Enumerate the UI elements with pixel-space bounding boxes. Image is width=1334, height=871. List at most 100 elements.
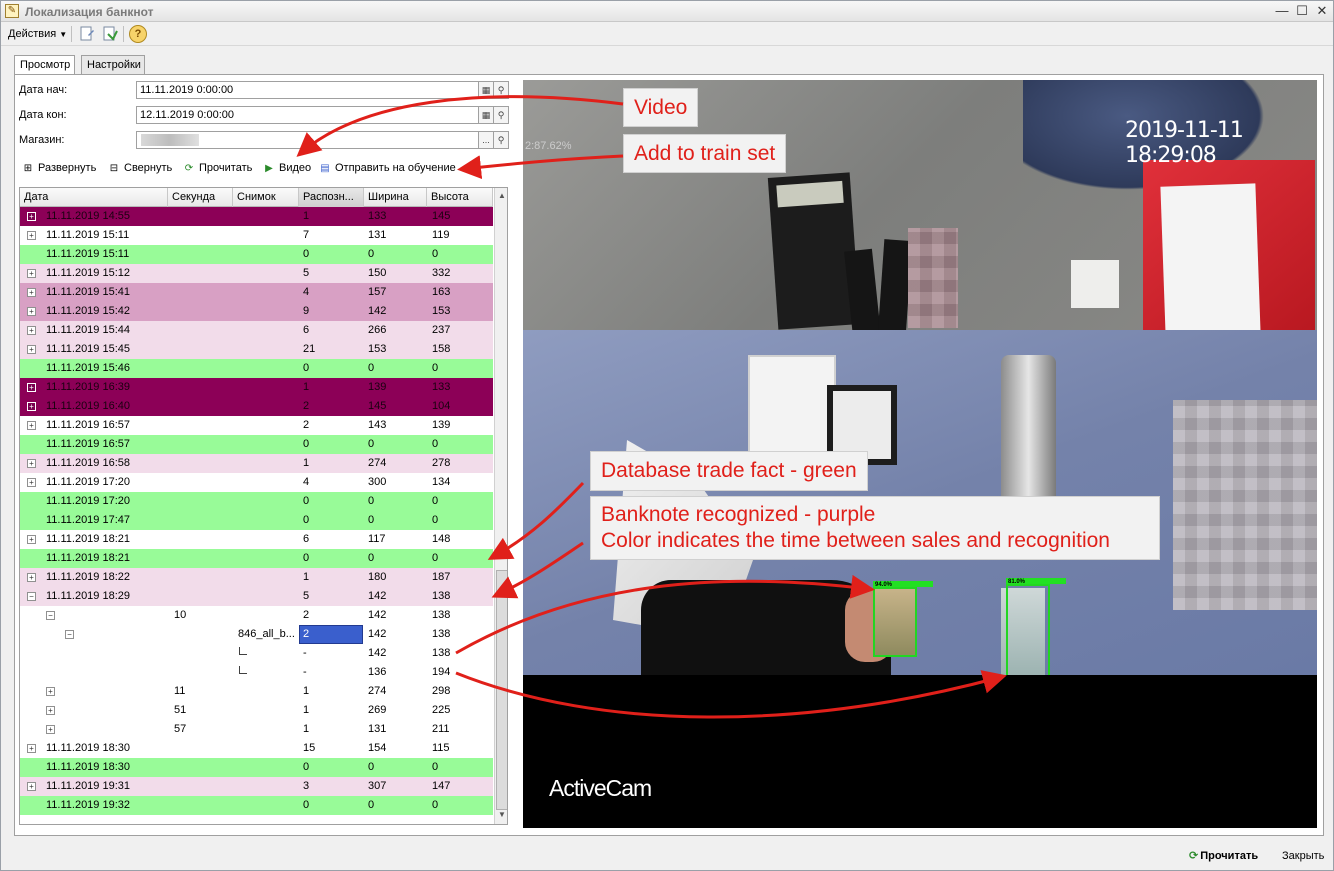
table-row[interactable]: 11.11.2019 17:20 0 0 0 <box>20 492 493 511</box>
expand-row-icon[interactable]: + <box>27 288 36 297</box>
minimize-icon[interactable]: — <box>1273 3 1291 19</box>
column-header-height[interactable]: Высота <box>427 188 493 207</box>
table-row[interactable]: +11.11.2019 17:20 4 300 134 <box>20 473 493 492</box>
table-row[interactable]: +11.11.2019 16:40 2 145 104 <box>20 397 493 416</box>
expand-row-icon[interactable]: + <box>46 706 55 715</box>
table-row[interactable]: +57 1 131 211 <box>20 720 493 739</box>
expand-row-icon[interactable]: + <box>27 307 36 316</box>
column-header-second[interactable]: Секунда <box>168 188 233 207</box>
calendar-icon[interactable]: ▦ <box>478 106 494 124</box>
cell-recognized: 0 <box>303 761 310 773</box>
table-row[interactable]: 11.11.2019 16:57 0 0 0 <box>20 435 493 454</box>
cell-recognized-selected[interactable]: 2 <box>299 625 363 644</box>
column-header-date[interactable]: Дата <box>20 188 168 207</box>
expand-row-icon[interactable]: + <box>27 402 36 411</box>
expand-row-icon[interactable]: + <box>27 231 36 240</box>
table-row[interactable]: +11.11.2019 15:45 21 153 158 <box>20 340 493 359</box>
table-row[interactable]: − 846_all_b... 2 142 138 <box>20 625 493 644</box>
expand-row-icon[interactable]: + <box>27 782 36 791</box>
expand-row-icon[interactable]: + <box>27 573 36 582</box>
store-field[interactable] <box>136 131 479 149</box>
scroll-down-icon[interactable]: ▼ <box>496 808 507 822</box>
vertical-scrollbar[interactable]: ▲ ▼ <box>494 188 507 824</box>
cell-width: 150 <box>368 267 387 279</box>
search-icon[interactable]: ⚲ <box>493 81 509 99</box>
table-row[interactable]: +11.11.2019 16:57 2 143 139 <box>20 416 493 435</box>
actions-menu-button[interactable]: Действия ▼ <box>4 25 71 43</box>
table-row[interactable]: 11.11.2019 19:32 0 0 0 <box>20 796 493 815</box>
read-button[interactable]: ⟳ Прочитать <box>182 160 253 176</box>
expand-row-icon[interactable]: + <box>27 459 36 468</box>
table-row[interactable]: +11.11.2019 15:12 5 150 332 <box>20 264 493 283</box>
table-row[interactable]: - 142 138 <box>20 644 493 663</box>
play-icon: ▶ <box>265 163 273 174</box>
table-row[interactable]: +51 1 269 225 <box>20 701 493 720</box>
collapse-row-icon[interactable]: − <box>65 630 74 639</box>
cell-height: 119 <box>432 229 450 241</box>
table-row[interactable]: +11.11.2019 15:11 7 131 119 <box>20 226 493 245</box>
column-header-recognized[interactable]: Распозн... <box>299 188 364 207</box>
expand-row-icon[interactable]: + <box>27 421 36 430</box>
expand-row-icon[interactable]: + <box>27 326 36 335</box>
table-row[interactable]: 11.11.2019 17:47 0 0 0 <box>20 511 493 530</box>
toolbar-separator <box>123 26 124 42</box>
column-header-snapshot[interactable]: Снимок <box>233 188 299 207</box>
expand-row-icon[interactable]: + <box>27 383 36 392</box>
table-row[interactable]: 11.11.2019 18:21 0 0 0 <box>20 549 493 568</box>
tab-settings[interactable]: Настройки <box>81 55 145 74</box>
collapse-row-icon[interactable]: − <box>46 611 55 620</box>
send-train-button[interactable]: ▤ Отправить на обучение <box>318 160 455 176</box>
expand-row-icon[interactable]: + <box>27 535 36 544</box>
cell-height: 211 <box>432 723 450 735</box>
table-row[interactable]: +11.11.2019 16:58 1 274 278 <box>20 454 493 473</box>
column-header-width[interactable]: Ширина <box>364 188 427 207</box>
more-button[interactable]: ... <box>478 131 494 149</box>
calendar-icon[interactable]: ▦ <box>478 81 494 99</box>
table-row[interactable]: +11.11.2019 15:41 4 157 163 <box>20 283 493 302</box>
cell-width: 0 <box>368 438 375 450</box>
expand-row-icon[interactable]: + <box>27 345 36 354</box>
table-row[interactable]: +11 1 274 298 <box>20 682 493 701</box>
expand-row-icon[interactable]: + <box>27 478 36 487</box>
tab-view[interactable]: Просмотр <box>14 55 75 75</box>
expand-button[interactable]: ⊞ Развернуть <box>21 160 97 176</box>
table-row[interactable]: +11.11.2019 18:22 1 180 187 <box>20 568 493 587</box>
footer-read-button[interactable]: ⟳ Прочитать <box>1189 848 1258 864</box>
scroll-up-icon[interactable]: ▲ <box>496 189 507 203</box>
scroll-thumb[interactable] <box>496 570 507 810</box>
expand-row-icon[interactable]: + <box>27 212 36 221</box>
video-button[interactable]: ▶ Видео <box>262 160 311 176</box>
date-end-field[interactable]: 12.11.2019 0:00:00 <box>136 106 479 124</box>
cell-width: 136 <box>368 666 387 678</box>
search-icon[interactable]: ⚲ <box>493 106 509 124</box>
table-row[interactable]: +11.11.2019 14:55 1 133 145 <box>20 207 493 226</box>
maximize-icon[interactable]: ☐ <box>1293 3 1311 19</box>
collapse-button[interactable]: ⊟ Свернуть <box>107 160 172 176</box>
table-row[interactable]: +11.11.2019 19:31 3 307 147 <box>20 777 493 796</box>
table-row[interactable]: 11.11.2019 18:30 0 0 0 <box>20 758 493 777</box>
expand-row-icon[interactable]: + <box>27 744 36 753</box>
search-icon[interactable]: ⚲ <box>493 131 509 149</box>
cell-recognized: 1 <box>303 381 310 393</box>
table-row[interactable]: 11.11.2019 15:11 0 0 0 <box>20 245 493 264</box>
expand-row-icon[interactable]: + <box>46 687 55 696</box>
expand-row-icon[interactable]: + <box>46 725 55 734</box>
table-row[interactable]: +11.11.2019 15:42 9 142 153 <box>20 302 493 321</box>
table-row[interactable]: 11.11.2019 15:46 0 0 0 <box>20 359 493 378</box>
table-row[interactable]: +11.11.2019 16:39 1 139 133 <box>20 378 493 397</box>
table-row[interactable]: +11.11.2019 18:30 15 154 115 <box>20 739 493 758</box>
table-row[interactable]: − 10 2 142 138 <box>20 606 493 625</box>
table-row[interactable]: − 11.11.2019 18:29 5 142 138 <box>20 587 493 606</box>
expand-row-icon[interactable]: + <box>27 269 36 278</box>
help-button[interactable]: ? <box>129 25 147 43</box>
table-row[interactable]: +11.11.2019 15:44 6 266 237 <box>20 321 493 340</box>
edit-document-icon[interactable] <box>78 25 96 43</box>
table-row[interactable]: +11.11.2019 18:21 6 117 148 <box>20 530 493 549</box>
table-row[interactable]: - 136 194 <box>20 663 493 682</box>
close-icon[interactable]: ✕ <box>1313 3 1331 19</box>
collapse-row-icon[interactable]: − <box>27 592 36 601</box>
footer-close-button[interactable]: Закрыть <box>1282 848 1324 864</box>
export-document-icon[interactable] <box>101 25 119 43</box>
callout-green-fact: Database trade fact - green <box>590 451 868 491</box>
date-start-field[interactable]: 11.11.2019 0:00:00 <box>136 81 479 99</box>
